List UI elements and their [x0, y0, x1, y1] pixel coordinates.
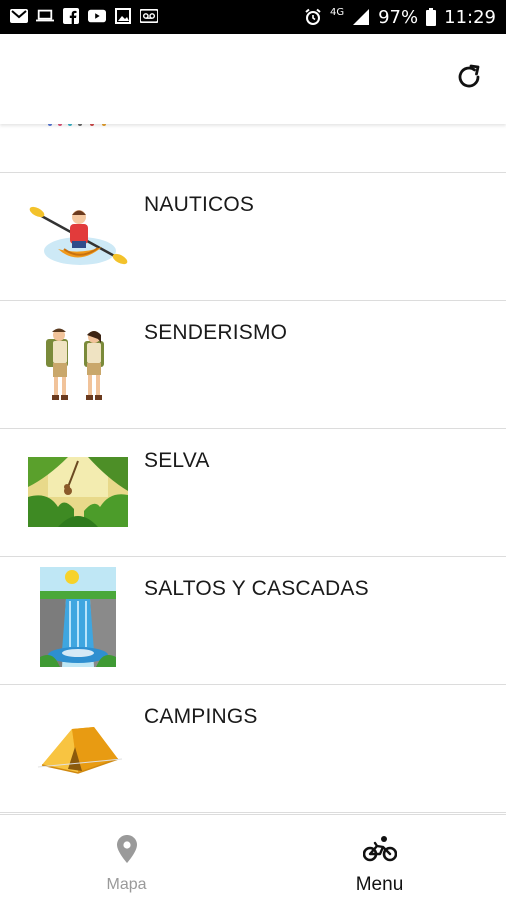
- status-bar: 4G 97% 11:29: [0, 0, 506, 34]
- app-bar: [0, 34, 506, 124]
- bottom-navigation: Mapa Menu: [0, 814, 506, 900]
- list-item-label: SALTOS Y CASCADAS: [144, 577, 369, 600]
- list-item-label: NAUTICOS: [144, 193, 255, 216]
- battery-percentage: 97%: [378, 6, 419, 28]
- list-item-saltos-y-cascadas[interactable]: SALTOS Y CASCADAS: [0, 557, 506, 685]
- list-item-label: SELVA: [144, 449, 210, 472]
- facebook-icon: [62, 7, 80, 25]
- gallery-icon: [114, 7, 132, 25]
- laptop-icon: [36, 7, 54, 25]
- category-list: NAUTICOS SENDERISMO SELVA SALTOS Y CASCA…: [0, 124, 506, 814]
- system-status: 4G 97% 11:29: [304, 5, 496, 29]
- battery-icon: [426, 8, 437, 26]
- list-item-selva[interactable]: SELVA: [0, 429, 506, 557]
- list-item-senderismo[interactable]: SENDERISMO: [0, 301, 506, 429]
- list-item-label: CAMPINGS: [144, 705, 258, 728]
- refresh-icon: [454, 62, 484, 97]
- refresh-button[interactable]: [452, 62, 486, 96]
- bicycle-icon: [362, 835, 397, 868]
- clock: 11:29: [444, 6, 496, 28]
- list-item-nauticos[interactable]: NAUTICOS: [0, 173, 506, 301]
- signal-icon: [352, 8, 370, 26]
- nav-item-mapa[interactable]: Mapa: [0, 815, 253, 900]
- waterfall-illustration: [28, 567, 128, 667]
- voicemail-icon: [140, 7, 158, 25]
- alarm-icon: [304, 8, 322, 26]
- kayak-illustration: [28, 191, 128, 281]
- tent-illustration: [28, 703, 128, 793]
- nav-label-mapa: Mapa: [106, 876, 147, 893]
- map-pin-icon: [116, 835, 137, 868]
- list-item-partial[interactable]: [0, 124, 506, 173]
- youtube-icon: [88, 7, 106, 25]
- list-item-campings[interactable]: CAMPINGS: [0, 685, 506, 813]
- jungle-illustration: [28, 447, 128, 537]
- partial-illustration-icon: [48, 124, 106, 126]
- gmail-icon: [10, 7, 28, 25]
- list-item-label: SENDERISMO: [144, 321, 288, 344]
- network-type: 4G: [329, 6, 345, 18]
- nav-label-menu: Menu: [355, 874, 404, 895]
- hikers-illustration: [28, 319, 128, 409]
- notification-icons: [10, 7, 158, 25]
- nav-item-menu[interactable]: Menu: [253, 815, 506, 900]
